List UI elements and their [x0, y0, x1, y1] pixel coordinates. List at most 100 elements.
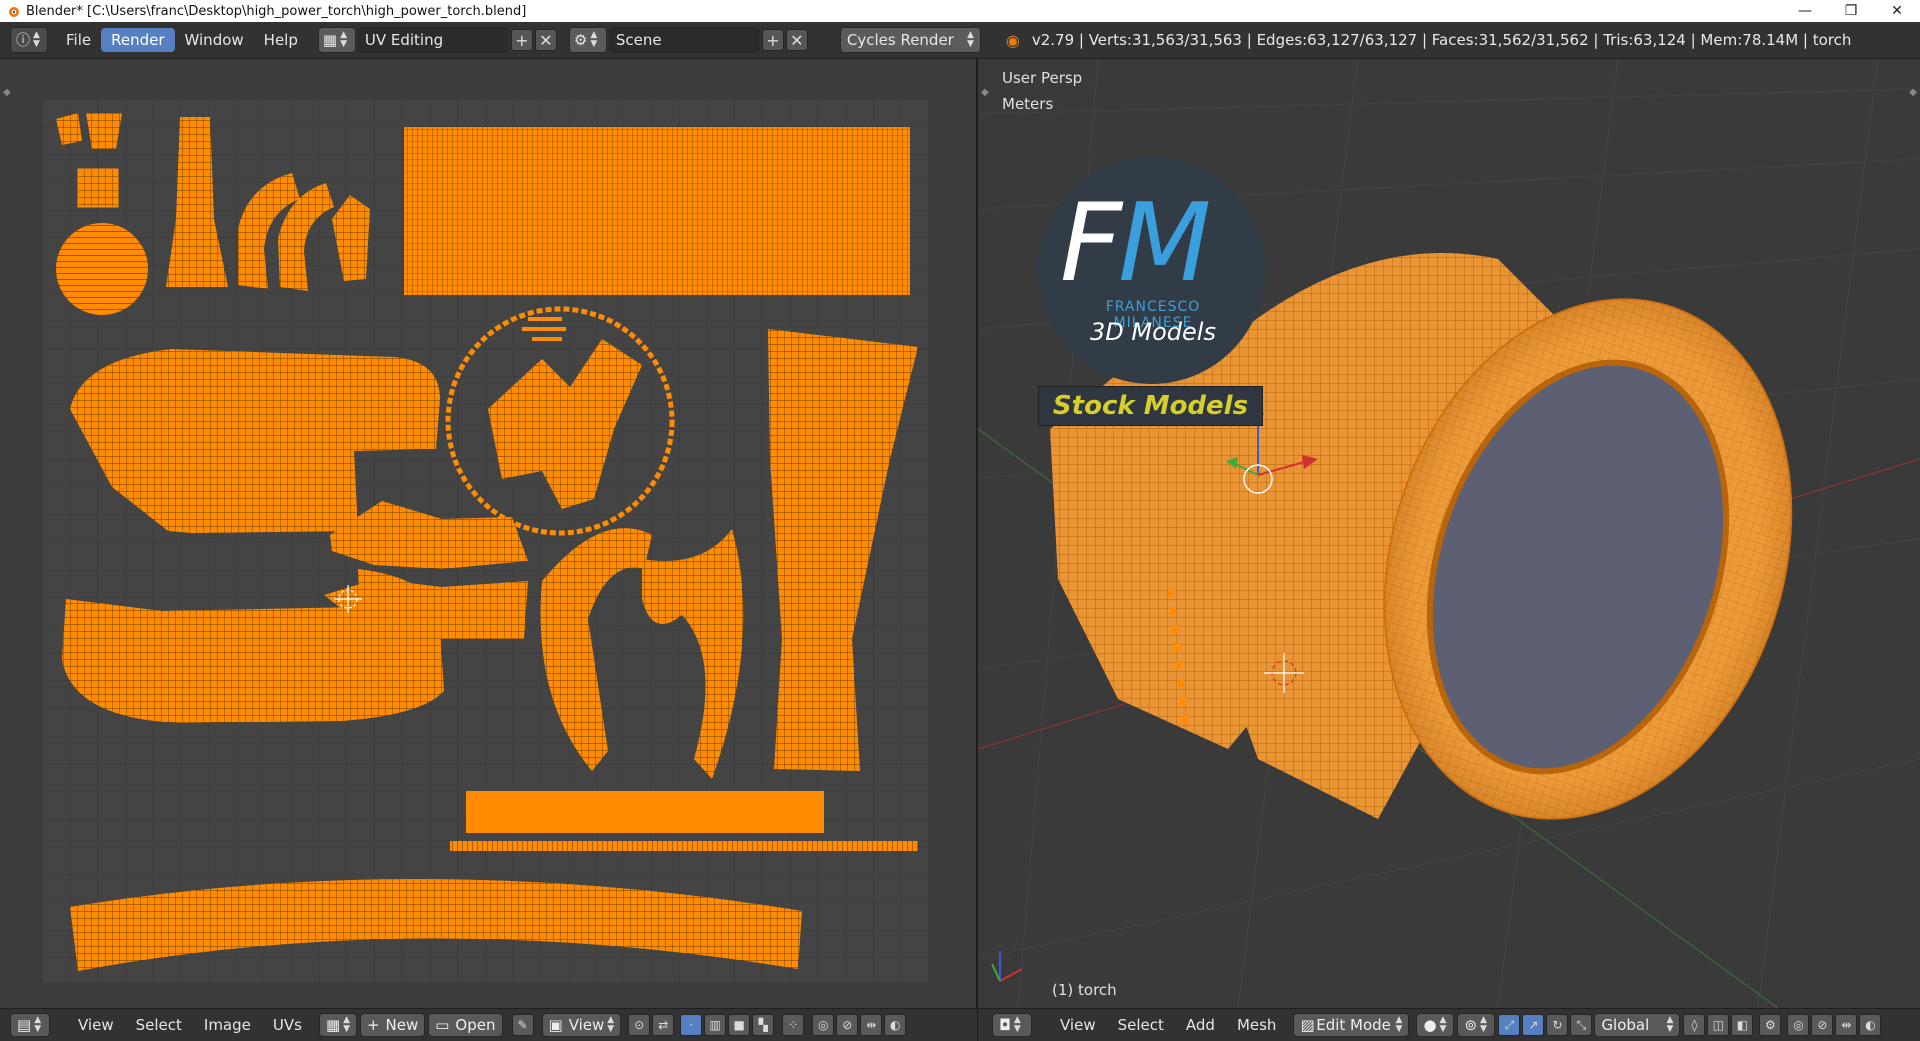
uv-island[interactable]	[466, 791, 824, 833]
new-label: New	[385, 1016, 419, 1034]
remove-screen-button[interactable]: ✕	[534, 29, 557, 51]
overlay-icon[interactable]: ◐	[1859, 1014, 1882, 1036]
edit-mode-icon: ▨	[1300, 1016, 1315, 1034]
menu-uvs[interactable]: UVs	[262, 1016, 313, 1034]
uv-layout-canvas[interactable]	[42, 99, 928, 982]
mode-label: Edit Mode	[1316, 1016, 1391, 1034]
editor-type-selector[interactable]: ▤ ▲ ▼	[10, 1013, 50, 1037]
menu-window[interactable]: Window	[175, 28, 254, 52]
editor-type-selector[interactable]: ◘ ▲ ▼	[992, 1013, 1032, 1037]
spin-arrows-icon: ▲ ▼	[966, 30, 974, 49]
spin-arrows-icon: ▲ ▼	[33, 30, 40, 49]
manipulator-toggle-icon[interactable]: ⤢	[1498, 1014, 1521, 1036]
add-scene-button[interactable]: +	[761, 29, 784, 51]
region-toggle-icon[interactable]: ◆	[981, 87, 989, 98]
menu-render[interactable]: Render	[101, 28, 175, 52]
uv-image-editor[interactable]: ◆	[0, 59, 977, 1008]
blender-window: Blender* [C:\Users\franc\Desktop\high_po…	[0, 0, 1920, 1041]
snap-icon[interactable]: ⊘	[836, 1014, 859, 1036]
monogram-f: F	[1060, 181, 1122, 306]
units-label: Meters	[1002, 95, 1054, 113]
scene-icon: ⚙	[573, 31, 588, 49]
proportional-edit-icon[interactable]: ◎	[812, 1014, 835, 1036]
image-icon: ▦	[325, 1016, 341, 1034]
menu-view[interactable]: View	[67, 1016, 125, 1034]
uv-island[interactable]	[528, 317, 562, 321]
monogram-m: M	[1118, 181, 1211, 306]
sync-selection-icon[interactable]: ⇄	[652, 1014, 675, 1036]
scale-manipulator-icon[interactable]: ⤡	[1570, 1014, 1593, 1036]
shading-dropdown[interactable]: ● ▲ ▼	[1416, 1013, 1455, 1037]
render-engine-dropdown[interactable]: Cycles Render ▲ ▼	[839, 27, 981, 53]
edge-select-icon[interactable]: ◫	[1707, 1014, 1730, 1036]
maximize-button[interactable]: ❐	[1828, 0, 1874, 22]
close-button[interactable]: ✕	[1874, 0, 1920, 22]
3d-view-header: ◘ ▲ ▼ View Select Add Mesh ▨ Edit Mode ▲ ▼ ● ▲…	[978, 1008, 1920, 1041]
menu-mesh[interactable]: Mesh	[1226, 1016, 1288, 1034]
limit-selection-icon[interactable]: ⚙	[1759, 1014, 1782, 1036]
menu-file[interactable]: File	[56, 28, 101, 52]
image-browse[interactable]: ▦ ▲ ▼	[318, 1013, 357, 1037]
translate-manipulator-icon[interactable]: ↗	[1522, 1014, 1545, 1036]
add-screen-button[interactable]: +	[510, 29, 533, 51]
snap-icon[interactable]: ⊘	[1811, 1014, 1834, 1036]
uv-island[interactable]	[404, 127, 910, 295]
folder-icon: ▭	[435, 1016, 450, 1034]
spin-arrows-icon: ▲ ▼	[1395, 1015, 1403, 1034]
info-icon: ⓘ	[16, 33, 30, 49]
sticky-mode-icon[interactable]: ⁘	[782, 1014, 805, 1036]
window-titlebar: Blender* [C:\Users\franc\Desktop\high_po…	[0, 0, 1920, 22]
uv-island[interactable]	[450, 841, 918, 851]
remove-scene-button[interactable]: ✕	[785, 29, 808, 51]
orientation-dropdown[interactable]: Global ▲ ▼	[1594, 1013, 1681, 1037]
region-toggle-icon[interactable]: ◆	[3, 87, 11, 98]
screen-layout-name: UV Editing	[364, 31, 444, 49]
vertex-select-icon[interactable]: ◊	[1683, 1014, 1706, 1036]
scene-statistics: v2.79 | Verts:31,563/31,563 | Edges:63,1…	[1031, 31, 1852, 49]
menu-image[interactable]: Image	[193, 1016, 262, 1034]
pivot-point-icon: ⊚	[1464, 1016, 1478, 1034]
uv-island[interactable]	[532, 337, 562, 341]
scene-browse[interactable]: ⚙ ▲ ▼	[568, 27, 607, 53]
menu-select[interactable]: Select	[1107, 1016, 1175, 1034]
main-menu: File Render Window Help	[56, 28, 308, 52]
menu-view[interactable]: View	[1049, 1016, 1107, 1034]
menu-help[interactable]: Help	[254, 28, 308, 52]
face-select-icon[interactable]: ■	[728, 1014, 751, 1036]
render-engine-label: Cycles Render	[846, 31, 954, 49]
uv-island[interactable]	[56, 223, 148, 315]
view-mode-dropdown[interactable]: ▣ View ▲ ▼	[541, 1013, 622, 1037]
screen-layout-browse[interactable]: ▦ ▲ ▼	[317, 27, 356, 53]
blender-logo-icon: ◉	[1005, 30, 1020, 50]
rotate-manipulator-icon[interactable]: ↻	[1546, 1014, 1569, 1036]
spin-arrows-icon: ▲ ▼	[1480, 1015, 1487, 1034]
snap-target-icon[interactable]: ⇹	[1835, 1014, 1858, 1036]
sphere-shading-icon: ●	[1423, 1016, 1437, 1034]
scene-field[interactable]: Scene	[608, 27, 759, 53]
proportional-edit-icon[interactable]: ◎	[1787, 1014, 1810, 1036]
vertex-select-icon[interactable]: ·	[680, 1014, 703, 1036]
minimize-button[interactable]: —	[1782, 0, 1828, 22]
new-image-button[interactable]: + New	[359, 1013, 426, 1037]
mode-dropdown[interactable]: ▨ Edit Mode ▲ ▼	[1293, 1013, 1410, 1037]
pivot-dropdown[interactable]: ⊚ ▲ ▼	[1457, 1013, 1496, 1037]
spin-arrows-icon: ▲ ▼	[343, 1015, 351, 1034]
overlay-icon[interactable]: ◐	[884, 1014, 907, 1036]
menu-select[interactable]: Select	[125, 1016, 193, 1034]
menu-add[interactable]: Add	[1175, 1016, 1226, 1034]
face-select-icon[interactable]: ◧	[1731, 1014, 1754, 1036]
uv-island[interactable]	[77, 168, 119, 208]
region-toggle-icon[interactable]: ◆	[1909, 87, 1917, 98]
uv-island[interactable]	[86, 113, 122, 149]
pivot-icon[interactable]: ⊙	[628, 1014, 651, 1036]
blender-logo-icon	[9, 7, 19, 17]
orientation-label: Global	[1601, 1016, 1650, 1034]
island-select-icon[interactable]: ▚	[752, 1014, 775, 1036]
snap-target-icon[interactable]: ⇹	[860, 1014, 883, 1036]
uv-island[interactable]	[522, 327, 566, 331]
screen-layout-field[interactable]: UV Editing	[357, 27, 508, 53]
editor-type-selector[interactable]: ⓘ ▲ ▼	[10, 27, 48, 53]
pin-icon[interactable]: ✎	[511, 1014, 534, 1036]
edge-select-icon[interactable]: ▥	[704, 1014, 727, 1036]
open-image-button[interactable]: ▭ Open	[428, 1013, 503, 1037]
